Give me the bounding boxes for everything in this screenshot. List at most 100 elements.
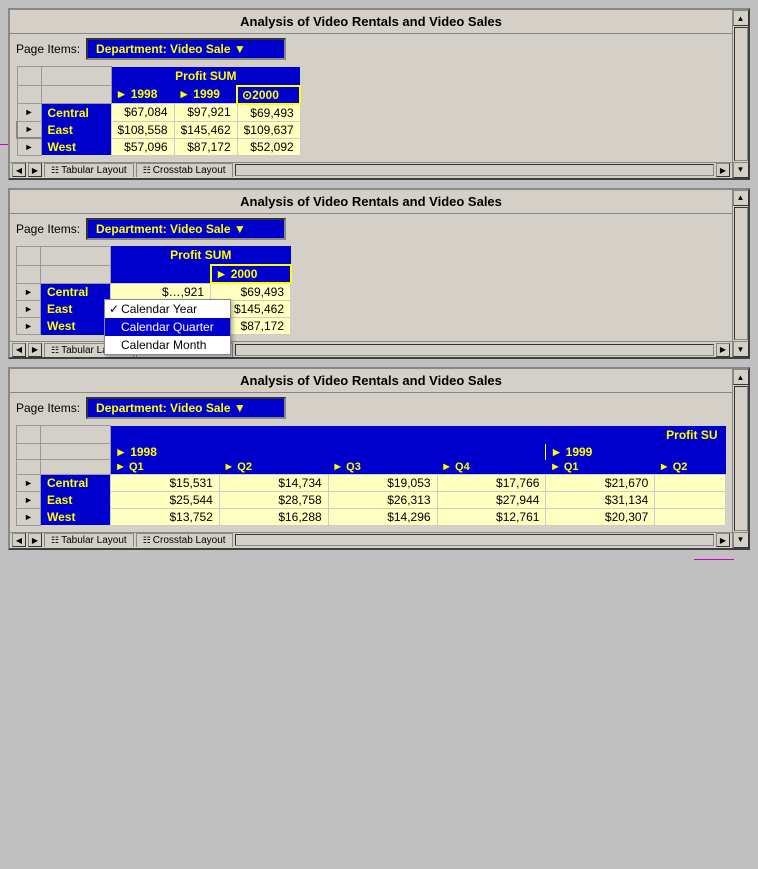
vscroll-down-2[interactable]: ▼ — [733, 341, 749, 357]
west-q1-1998: $13,752 — [111, 508, 220, 525]
expand-central-p3[interactable]: ► — [17, 474, 41, 491]
scroll-left-1[interactable]: ◀ — [12, 163, 26, 177]
year-1999-p3[interactable]: ► 1999 — [546, 444, 726, 460]
table-row: ► East $108,558 $145,462 $109,637 — [17, 121, 300, 138]
west-q2-1998: $16,288 — [219, 508, 328, 525]
dept-dropdown-text-3: Department: Video Sale ▼ — [96, 401, 246, 415]
hscroll-track-1[interactable] — [235, 164, 714, 176]
hscroll-track-3[interactable] — [235, 534, 714, 546]
year-1998-p3[interactable]: ► 1998 — [111, 444, 546, 460]
vscroll-2: ▲ ▼ — [732, 190, 748, 358]
vscroll-down-1[interactable]: ▼ — [733, 162, 749, 178]
year-col1[interactable] — [111, 265, 211, 283]
scroll-left-3[interactable]: ◀ — [12, 533, 26, 547]
q1-1998[interactable]: ► Q1 — [111, 460, 220, 475]
tab-crosstab-label-1: Crosstab Layout — [153, 165, 226, 176]
q4-1998[interactable]: ► Q4 — [437, 460, 546, 475]
hscroll-track-2[interactable] — [235, 344, 714, 356]
table-row: ► West $57,096 $87,172 $52,092 — [17, 138, 300, 155]
dept-dropdown-text-1: Department: Video Sale ▼ — [96, 42, 246, 56]
table-row: ► West $13,752 $16,288 $14,296 $12,761 $… — [17, 508, 726, 525]
tab-tabular-icon-2: ☷ — [51, 345, 59, 356]
profit-sum-header-2: Profit SUM — [111, 246, 291, 265]
dropdown-item-year[interactable]: ✓ Calendar Year — [105, 300, 230, 318]
panel-3: Analysis of Video Rentals and Video Sale… — [8, 367, 750, 550]
q1-1999[interactable]: ► Q1 — [546, 460, 655, 475]
panel-2: Analysis of Video Rentals and Video Sale… — [8, 188, 750, 360]
q2-1998[interactable]: ► Q2 — [219, 460, 328, 475]
tab-crosstab-3[interactable]: ☷ Crosstab Layout — [136, 533, 233, 547]
page-items-label-3: Page Items: — [16, 401, 80, 415]
east-q1-1999: $31,134 — [546, 491, 655, 508]
q3-1998[interactable]: ► Q3 — [328, 460, 437, 475]
expand-east[interactable]: ► — [17, 121, 41, 138]
row-east: East — [41, 121, 111, 138]
dept-dropdown-1[interactable]: Department: Video Sale ▼ — [86, 38, 286, 60]
scroll-right-end-1[interactable]: ▶ — [716, 163, 730, 177]
tab-tabular-3[interactable]: ☷ Tabular Layout — [44, 533, 134, 547]
vscroll-up-1[interactable]: ▲ — [733, 10, 749, 26]
tab-tabular-1[interactable]: ☷ Tabular Layout — [44, 163, 134, 177]
annotation-d-line — [694, 559, 734, 560]
central-q1-1999: $21,670 — [546, 474, 655, 491]
scroll-left-2[interactable]: ◀ — [12, 343, 26, 357]
corner-p2-tl2 — [41, 265, 111, 283]
dept-dropdown-text-2: Department: Video Sale ▼ — [96, 222, 246, 236]
expand-east-p3[interactable]: ► — [17, 491, 41, 508]
vscroll-track-3[interactable] — [734, 386, 748, 531]
year-1998[interactable]: ► 1998 — [111, 86, 174, 104]
expand-west[interactable]: ► — [17, 138, 41, 155]
scroll-right-2[interactable]: ▶ — [28, 343, 42, 357]
expand-west-p2[interactable]: ► — [17, 318, 41, 335]
row-east-p3: East — [41, 491, 111, 508]
scroll-right-end-2[interactable]: ▶ — [716, 343, 730, 357]
year-2000-p2[interactable]: ► 2000 — [211, 265, 291, 283]
vscroll-up-3[interactable]: ▲ — [733, 369, 749, 385]
corner-cell-p3-2 — [41, 426, 111, 444]
corner-cell-p3-1 — [17, 426, 41, 444]
scroll-right-1[interactable]: ▶ — [28, 163, 42, 177]
row-east-p2: East — [41, 301, 111, 318]
pivot-table-1: Profit SUM ► 1998 ► 1999 ⊙2000 ► — [16, 66, 301, 156]
corner-cell-2 — [41, 67, 111, 86]
expand-east-p2[interactable]: ► — [17, 301, 41, 318]
year-1999[interactable]: ► 1999 — [174, 86, 237, 104]
row-west-p3: West — [41, 508, 111, 525]
central-q4-1998: $17,766 — [437, 474, 546, 491]
expand-west-p3[interactable]: ► — [17, 508, 41, 525]
east-q4-1998: $27,944 — [437, 491, 546, 508]
expand-central-p2[interactable]: ► — [17, 283, 41, 301]
table-area-1: Profit SUM ► 1998 ► 1999 ⊙2000 ► — [10, 64, 732, 162]
tab-crosstab-1[interactable]: ☷ Crosstab Layout — [136, 163, 233, 177]
dropdown-item-quarter[interactable]: Calendar Quarter — [105, 318, 230, 336]
table-row: ► Central $15,531 $14,734 $19,053 $17,76… — [17, 474, 726, 491]
west-q4-1998: $12,761 — [437, 508, 546, 525]
scrollbar-area-3: ◀ ▶ ☷ Tabular Layout ☷ Crosstab Layout ▶ — [10, 532, 732, 548]
dept-dropdown-2[interactable]: Department: Video Sale ▼ — [86, 218, 286, 240]
corner-cell-p2-1 — [17, 246, 41, 265]
tab-crosstab-icon-1: ☷ — [143, 165, 151, 176]
table-area-2: Profit SUM ► 2000 ► Central — [10, 244, 732, 342]
dropdown-item-month[interactable]: Calendar Month — [105, 336, 230, 354]
central-q3-1998: $19,053 — [328, 474, 437, 491]
vscroll-1: ▲ ▼ — [732, 10, 748, 178]
dropdown-menu[interactable]: ✓ Calendar Year Calendar Quarter Calenda… — [104, 299, 231, 355]
tab-crosstab-label-3: Crosstab Layout — [153, 535, 226, 546]
corner-p3-tl3 — [17, 460, 41, 475]
west-2000: $52,092 — [237, 138, 300, 155]
vscroll-up-2[interactable]: ▲ — [733, 190, 749, 206]
tab-area-3: ◀ ▶ ☷ Tabular Layout ☷ Crosstab Layout — [12, 533, 233, 547]
year-2000[interactable]: ⊙2000 — [237, 86, 300, 104]
scroll-right-3[interactable]: ▶ — [28, 533, 42, 547]
vscroll-track-2[interactable] — [734, 207, 748, 341]
vscroll-down-3[interactable]: ▼ — [733, 532, 749, 548]
scroll-right-end-3[interactable]: ▶ — [716, 533, 730, 547]
east-q2-1998: $28,758 — [219, 491, 328, 508]
vscroll-track-1[interactable] — [734, 27, 748, 161]
east-q3-1998: $26,313 — [328, 491, 437, 508]
dept-dropdown-3[interactable]: Department: Video Sale ▼ — [86, 397, 286, 419]
west-1999: $87,172 — [174, 138, 237, 155]
row-west: West — [41, 138, 111, 155]
expand-central[interactable]: ► — [17, 104, 41, 122]
q2-1999[interactable]: ► Q2 — [655, 460, 726, 475]
